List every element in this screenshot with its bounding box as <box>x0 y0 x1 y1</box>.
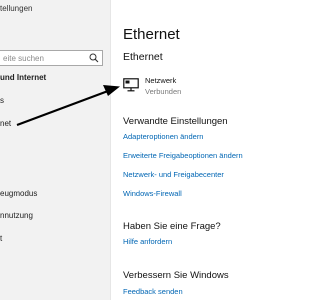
sidebar-item-data-usage[interactable]: nnutzung <box>0 211 33 220</box>
sidebar-item-network-internet[interactable]: und Internet <box>0 73 46 82</box>
main-content: Ethernet Ethernet Netzwerk Verbunden Ver… <box>111 0 300 300</box>
sidebar-item-other[interactable]: t <box>0 234 2 243</box>
search-input[interactable]: eite suchen <box>0 50 103 66</box>
improve-heading: Verbessern Sie Windows <box>123 270 229 281</box>
search-placeholder: eite suchen <box>3 54 44 63</box>
sidebar-item-flight-mode[interactable]: eugmodus <box>0 189 37 198</box>
sidebar: tellungen eite suchen und Internet s net… <box>0 0 110 300</box>
link-advanced-sharing[interactable]: Erweiterte Freigabeoptionen ändern <box>123 151 243 160</box>
sidebar-item-status[interactable]: s <box>0 96 4 105</box>
page-title: Ethernet <box>123 26 180 43</box>
sidebar-title: tellungen <box>0 4 33 13</box>
link-send-feedback[interactable]: Feedback senden <box>123 287 183 296</box>
related-settings-heading: Verwandte Einstellungen <box>123 116 228 127</box>
sidebar-item-ethernet[interactable]: net <box>0 119 11 128</box>
link-network-sharing-center[interactable]: Netzwerk- und Freigabecenter <box>123 170 224 179</box>
link-adapter-options[interactable]: Adapteroptionen ändern <box>123 132 203 141</box>
section-heading-ethernet: Ethernet <box>123 51 163 63</box>
ethernet-monitor-icon <box>123 78 139 92</box>
network-name: Netzwerk <box>145 76 177 85</box>
question-heading: Haben Sie eine Frage? <box>123 221 221 232</box>
link-get-help[interactable]: Hilfe anfordern <box>123 237 172 246</box>
network-item[interactable]: Netzwerk Verbunden <box>123 76 243 98</box>
network-status: Verbunden <box>145 87 182 96</box>
link-windows-firewall[interactable]: Windows-Firewall <box>123 189 182 198</box>
search-icon[interactable] <box>89 53 99 63</box>
